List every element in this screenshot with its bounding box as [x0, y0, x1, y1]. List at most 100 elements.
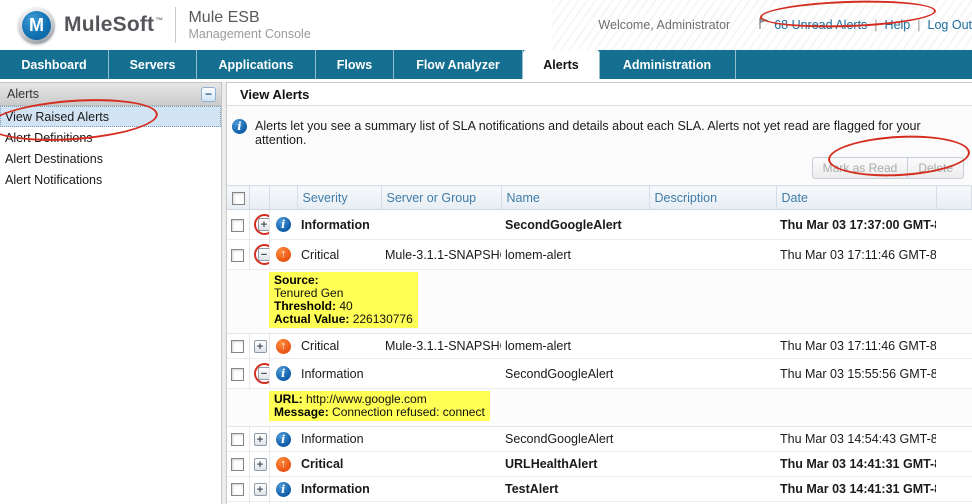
tab-flows[interactable]: Flows — [316, 50, 394, 79]
date-cell: Thu Mar 03 14:54:43 GMT-800 2 — [776, 426, 936, 452]
detail-label: Threshold: — [274, 299, 340, 313]
server-or-group-cell: Mule-3.1.1-SNAPSHOT( — [381, 239, 501, 270]
name-cell: SecondGoogleAlert — [501, 209, 649, 240]
detail-label: Actual Value: — [274, 312, 353, 326]
row-checkbox-cell — [227, 239, 250, 270]
expand-row-button[interactable]: + — [253, 433, 267, 447]
delete-button[interactable]: Delete — [907, 157, 964, 179]
alert-row: + i Information SecondGoogleAlert Thu Mar 03… — [227, 209, 972, 240]
sidebar-header: Alerts − — [0, 83, 221, 106]
select-all-checkbox[interactable] — [232, 191, 245, 205]
help-link[interactable]: Help — [885, 18, 911, 32]
column-header-date: Date — [776, 185, 937, 210]
description-cell — [649, 426, 776, 452]
alert-row: + i Information SecondGoogleAlert Thu Mar 03… — [227, 426, 972, 452]
critical-icon: ↑ — [275, 456, 291, 472]
welcome-text: Welcome, Administrator — [598, 18, 731, 32]
row-expand-cell: + — [249, 209, 270, 240]
sidebar-item-alert-destinations[interactable]: Alert Destinations — [0, 148, 221, 169]
description-cell — [649, 209, 776, 240]
severity-icon-cell: i — [269, 476, 297, 502]
expand-row-button[interactable]: + — [253, 483, 267, 497]
header-links: Welcome, Administrator 68 Unread Alerts … — [598, 17, 972, 33]
severity-cell: Information — [297, 476, 381, 502]
row-checkbox[interactable] — [231, 433, 245, 447]
product-subtitle: Management Console — [188, 27, 311, 41]
severity-cell: Information — [297, 209, 381, 240]
detail-pad-cell — [227, 388, 269, 427]
sidebar-item-view-raised-alerts[interactable]: View Raised Alerts — [0, 106, 221, 127]
detail-content-cell: URL: http://www.google.com Message: Conne… — [269, 388, 972, 427]
row-checkbox[interactable] — [231, 483, 245, 497]
server-or-group-cell — [381, 209, 501, 240]
brand-name-text: MuleSoft — [64, 13, 155, 36]
tab-flow-analyzer[interactable]: Flow Analyzer — [394, 50, 523, 79]
column-header-description: Description — [649, 185, 777, 210]
server-or-group-cell: Mule-3.1.1-SNAPSHOT( — [381, 333, 501, 359]
column-header-blank-2 — [269, 185, 298, 210]
tab-servers[interactable]: Servers — [109, 50, 197, 79]
row-checkbox[interactable] — [231, 458, 245, 472]
mark-as-read-button[interactable]: Mark as Read — [811, 157, 909, 179]
collapse-panel-button[interactable]: − — [201, 86, 216, 102]
sidebar-item-alert-notifications[interactable]: Alert Notifications — [0, 169, 221, 190]
severity-icon-cell: ↑ — [269, 451, 297, 477]
trailing-cell — [936, 451, 972, 477]
tab-administration[interactable]: Administration — [599, 50, 736, 79]
date-cell: Thu Mar 03 14:41:31 GMT-800 — [776, 476, 936, 502]
date-cell: Thu Mar 03 15:55:56 GMT-800 2 — [776, 358, 936, 389]
severity-cell: Critical — [297, 333, 381, 359]
expand-row-button[interactable]: + — [253, 340, 267, 354]
sidebar-items: View Raised Alerts Alert Definitions Alert… — [0, 106, 221, 190]
expand-row-button[interactable]: + — [253, 458, 267, 472]
information-icon: i — [275, 366, 291, 382]
sidebar-item-alert-definitions[interactable]: Alert Definitions — [0, 127, 221, 148]
collapse-row-button[interactable]: − — [257, 248, 268, 261]
tab-alerts[interactable]: Alerts — [523, 50, 599, 79]
logout-link[interactable]: Log Out — [928, 18, 972, 32]
server-or-group-cell — [381, 426, 501, 452]
name-cell: SecondGoogleAlert — [501, 358, 649, 389]
critical-icon: ↑ — [275, 338, 291, 354]
detail-line: Actual Value: 226130776 — [274, 312, 413, 326]
detail-label: URL: — [274, 392, 306, 406]
severity-icon-cell: i — [269, 426, 297, 452]
unread-alerts-link[interactable]: 68 Unread Alerts — [774, 18, 867, 32]
row-checkbox[interactable] — [231, 340, 245, 354]
mulesoft-logo-letter: M — [22, 10, 51, 40]
detail-line: Message: Connection refused: connect — [274, 405, 485, 419]
tab-dashboard[interactable]: Dashboard — [0, 50, 109, 79]
row-checkbox[interactable] — [231, 248, 245, 262]
row-checkbox-cell — [227, 426, 250, 452]
row-checkbox-cell — [227, 358, 250, 389]
information-icon: i — [275, 431, 291, 447]
date-cell: Thu Mar 03 17:11:46 GMT-800 2 — [776, 333, 936, 359]
tab-bar: Dashboard Servers Applications Flows Flow An… — [0, 50, 972, 79]
server-or-group-cell — [381, 476, 501, 502]
row-expand-cell: − — [249, 239, 270, 270]
date-cell: Thu Mar 03 17:11:46 GMT-800 2 — [776, 239, 936, 270]
server-or-group-cell — [381, 451, 501, 477]
critical-icon: ↑ — [275, 247, 291, 263]
description-cell — [649, 451, 776, 477]
info-row: i Alerts let you see a summary list of S… — [227, 106, 972, 151]
row-checkbox[interactable] — [231, 218, 245, 232]
column-header-blank-1 — [249, 185, 270, 210]
trademark-symbol: ™ — [155, 16, 164, 25]
brand-block: M MuleSoft™ Mule ESB Management Console — [0, 6, 311, 44]
trailing-cell — [936, 209, 972, 240]
annotation-circle-expand-button: + — [253, 214, 268, 235]
row-checkbox[interactable] — [231, 367, 245, 381]
row-expand-cell: + — [249, 426, 270, 452]
row-expand-cell: + — [249, 451, 270, 477]
tab-applications[interactable]: Applications — [197, 50, 316, 79]
alerts-table: Severity Server or Group Name Description Da… — [227, 185, 972, 504]
expand-row-button[interactable]: + — [257, 218, 268, 231]
product-name: Mule ESB — [188, 8, 260, 26]
server-or-group-cell — [381, 358, 501, 389]
severity-cell: Information — [297, 358, 381, 389]
detail-highlight-block: URL: http://www.google.com Message: Conne… — [269, 391, 490, 421]
trailing-cell — [936, 426, 972, 452]
collapse-row-button[interactable]: − — [257, 367, 268, 380]
severity-cell: Critical — [297, 451, 381, 477]
